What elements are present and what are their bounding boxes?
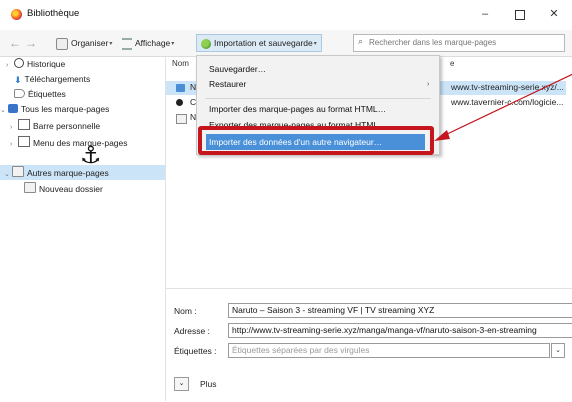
tag-icon: [14, 89, 25, 98]
window-title: Bibliothèque: [27, 8, 80, 19]
sidebar-item-nouveau-dossier[interactable]: Nouveau dossier: [24, 182, 103, 196]
view-icon: [122, 37, 132, 50]
folder-icon: [176, 114, 187, 124]
anchor-icon: ⚓: [80, 142, 102, 169]
bookmark-details: Nom : Naruto – Saison 3 - streaming VF |…: [166, 288, 572, 402]
bookmarks-star-icon: [8, 104, 18, 113]
affichage-label: Affichage: [135, 38, 171, 48]
forward-button[interactable]: →: [25, 36, 37, 50]
minimize-button[interactable]: –: [477, 6, 493, 22]
sidebar-item-label: Tous les marque-pages: [21, 104, 110, 114]
search-icon: ⌕: [358, 36, 364, 46]
menu-item-sauvegarder[interactable]: Sauvegarder…: [209, 62, 266, 76]
tags-label: Étiquettes :: [174, 346, 217, 356]
sidebar-item-etiquettes[interactable]: Étiquettes: [14, 87, 66, 101]
search-box[interactable]: ⌕: [353, 34, 565, 52]
menu-item-importer-html[interactable]: Importer des marque-pages au format HTML…: [209, 102, 386, 116]
column-header-location[interactable]: e: [450, 59, 454, 68]
sidebar-item-label: Téléchargements: [24, 74, 91, 84]
menu-item-restaurer[interactable]: Restaurer: [209, 77, 246, 91]
name-label: Nom :: [174, 306, 197, 316]
expand-icon[interactable]: ›: [10, 138, 18, 152]
tags-dropdown-button[interactable]: ⌄: [551, 343, 565, 358]
expand-icon[interactable]: ›: [10, 121, 18, 135]
more-label: Plus: [200, 379, 217, 389]
organiser-button[interactable]: Organiser▾: [56, 35, 112, 51]
sidebar-tree: › Historique ⬇ Téléchargements Étiquettes …: [0, 57, 166, 401]
maximize-icon: [515, 10, 525, 20]
sidebar-item-label: Étiquettes: [28, 89, 66, 99]
column-header-name[interactable]: Nom: [172, 59, 189, 68]
chevron-down-icon: ▾: [171, 40, 175, 47]
name-field[interactable]: Naruto – Saison 3 - streaming VF | TV st…: [228, 303, 572, 318]
library-window: Bibliothèque – ✕ ← → Organiser▾ Affichag…: [0, 0, 572, 402]
firefox-icon: [11, 9, 22, 20]
sidebar-item-tous-marque-pages[interactable]: ⌄ Tous les marque-pages: [0, 102, 109, 116]
submenu-arrow-icon: ›: [427, 81, 430, 88]
sidebar-item-label: Barre personnelle: [33, 121, 101, 131]
organiser-label: Organiser: [71, 38, 109, 48]
more-toggle-button[interactable]: ⌄: [174, 377, 189, 391]
site-icon: [176, 99, 183, 106]
page-icon: [176, 84, 185, 92]
affichage-button[interactable]: Affichage▾: [122, 35, 174, 51]
search-input[interactable]: [369, 36, 559, 49]
sidebar-item-label: Nouveau dossier: [39, 184, 103, 194]
collapse-icon[interactable]: ⌄: [4, 168, 12, 182]
bookmark-url: www.tv-streaming-serie.xyz/...: [451, 82, 564, 92]
maximize-button[interactable]: [512, 6, 528, 22]
folder-icon: [12, 166, 24, 177]
folder-icon: [24, 182, 36, 193]
collapse-icon[interactable]: ⌄: [0, 104, 8, 118]
organise-icon: [56, 37, 68, 50]
chevron-down-icon: ▾: [109, 40, 113, 47]
sidebar-item-label: Historique: [27, 59, 66, 69]
sidebar-item-barre-personnelle[interactable]: › Barre personnelle: [10, 119, 100, 133]
menu-folder-icon: [18, 136, 30, 147]
sidebar-item-menu-marque-pages[interactable]: › Menu des marque-pages: [10, 136, 128, 150]
bookmark-url: www.tavernier-c.com/logicie...: [451, 97, 564, 107]
tags-field[interactable]: Étiquettes séparées par des virgules: [228, 343, 550, 358]
sidebar-item-telechargements[interactable]: ⬇ Téléchargements: [14, 72, 90, 86]
download-icon: ⬇: [14, 75, 22, 85]
back-button[interactable]: ←: [9, 36, 21, 50]
sidebar-item-label: Autres marque-pages: [27, 168, 109, 178]
title-bar: Bibliothèque – ✕: [0, 0, 572, 30]
sidebar-item-historique[interactable]: › Historique: [6, 57, 65, 71]
close-button[interactable]: ✕: [546, 6, 562, 22]
import-backup-button[interactable]: Importation et sauvegarde▾: [196, 34, 322, 52]
toolbar-folder-icon: [18, 119, 30, 130]
chevron-down-icon: ▾: [313, 40, 317, 47]
address-label: Adresse :: [174, 326, 210, 336]
import-backup-label: Importation et sauvegarde: [214, 38, 313, 48]
history-icon: [14, 58, 24, 68]
annotation-highlight-box: [198, 126, 434, 155]
import-backup-icon: [201, 38, 211, 49]
menu-separator: [205, 98, 431, 99]
toolbar: ← → Organiser▾ Affichage▾ Importation et…: [0, 30, 572, 57]
address-field[interactable]: http://www.tv-streaming-serie.xyz/manga/…: [228, 323, 572, 338]
expand-icon[interactable]: ›: [6, 59, 14, 73]
